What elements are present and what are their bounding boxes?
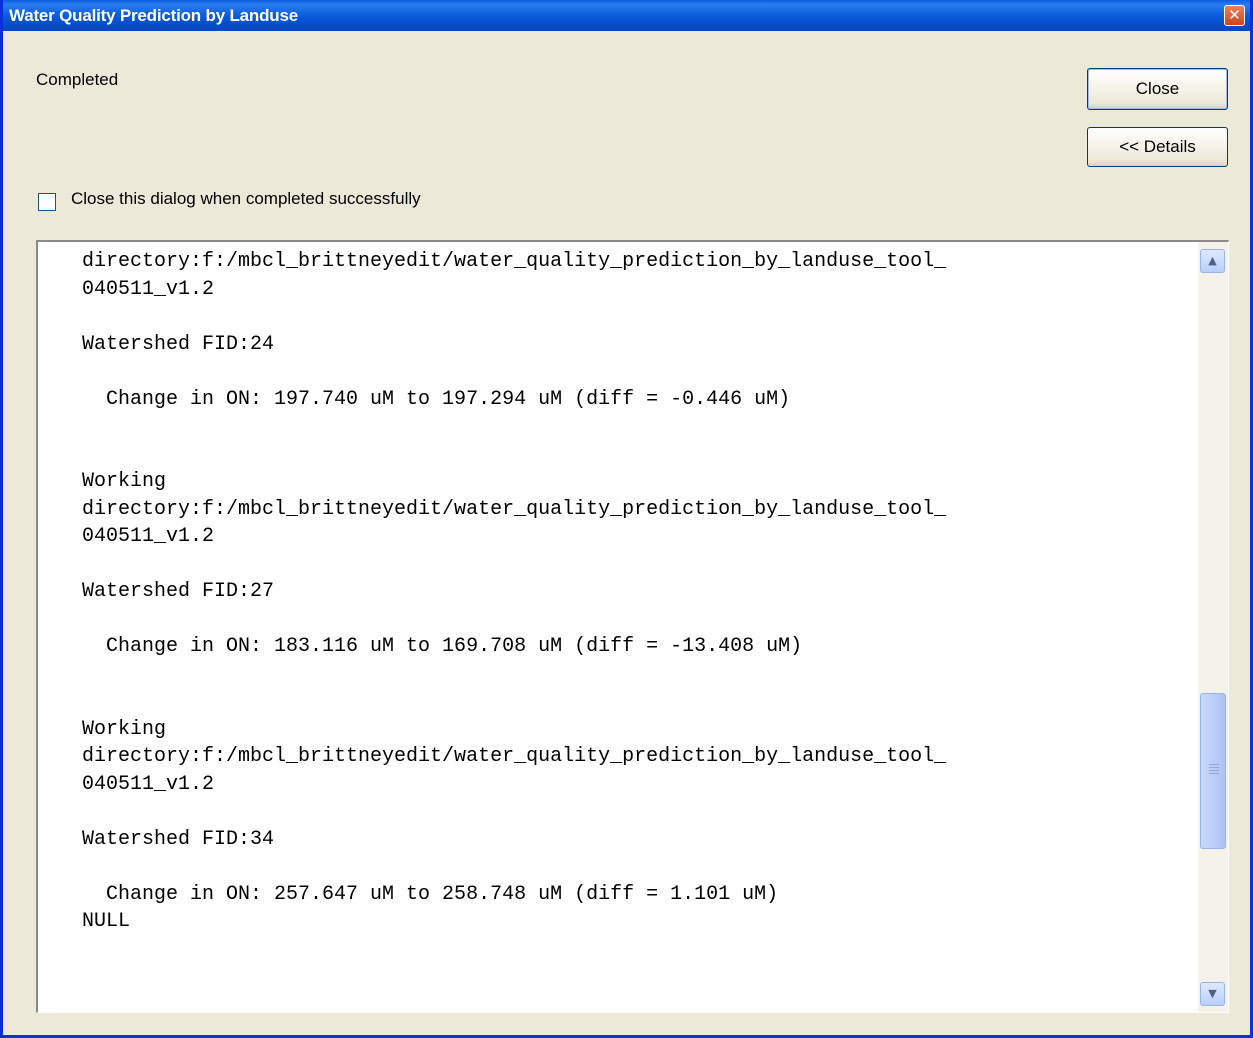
status-label: Completed — [36, 70, 119, 89]
vertical-scrollbar[interactable]: ▲ ▼ — [1198, 242, 1228, 1012]
log-line: directory:f:/mbcl_brittneyedit/water_qua… — [82, 745, 947, 768]
close-on-success-checkbox[interactable] — [38, 193, 56, 211]
close-button[interactable]: Close — [1087, 68, 1228, 110]
log-line: NULL — [82, 910, 131, 933]
log-line: Change in ON: 183.116 uM to 169.708 uM (… — [82, 635, 803, 658]
dialog-window: Water Quality Prediction by Landuse ✕ Co… — [0, 0, 1253, 1038]
close-window-icon[interactable]: ✕ — [1224, 5, 1245, 26]
log-line: 040511_v1.2 — [82, 525, 215, 548]
log-line: Working — [82, 717, 167, 741]
scroll-down-arrow-icon[interactable]: ▼ — [1200, 982, 1225, 1006]
log-line: 040511_v1.2 — [82, 772, 215, 796]
log-line: Change in ON: 197.740 uM to 197.294 uM (… — [82, 387, 791, 411]
log-textarea[interactable]: directory:f:/mbcl_brittneyedit/water_qua… — [36, 240, 1229, 1013]
log-line: Working — [82, 470, 167, 493]
log-content: directory:f:/mbcl_brittneyedit/water_qua… — [82, 248, 1202, 936]
title-bar[interactable]: Water Quality Prediction by Landuse ✕ — [3, 0, 1250, 31]
window-title: Water Quality Prediction by Landuse — [9, 6, 298, 25]
thumb-grip-icon — [1209, 764, 1219, 765]
thumb-grip-icon — [1209, 773, 1219, 774]
log-line: Watershed FID:27 — [82, 580, 275, 603]
log-line: directory:f:/mbcl_brittneyedit/water_qua… — [82, 497, 947, 521]
scroll-thumb[interactable] — [1200, 693, 1226, 849]
log-line: Watershed FID:24 — [82, 332, 275, 356]
log-line: Watershed FID:34 — [82, 827, 275, 851]
details-toggle-button[interactable]: << Details — [1087, 127, 1228, 167]
log-line: Change in ON: 257.647 uM to 258.748 uM (… — [82, 882, 779, 906]
log-line: 040511_v1.2 — [82, 277, 215, 301]
close-on-success-label[interactable]: Close this dialog when completed success… — [71, 189, 421, 209]
thumb-grip-icon — [1209, 767, 1219, 768]
log-line: directory:f:/mbcl_brittneyedit/water_qua… — [82, 250, 947, 273]
scroll-up-arrow-icon[interactable]: ▲ — [1200, 249, 1225, 273]
thumb-grip-icon — [1209, 770, 1219, 771]
